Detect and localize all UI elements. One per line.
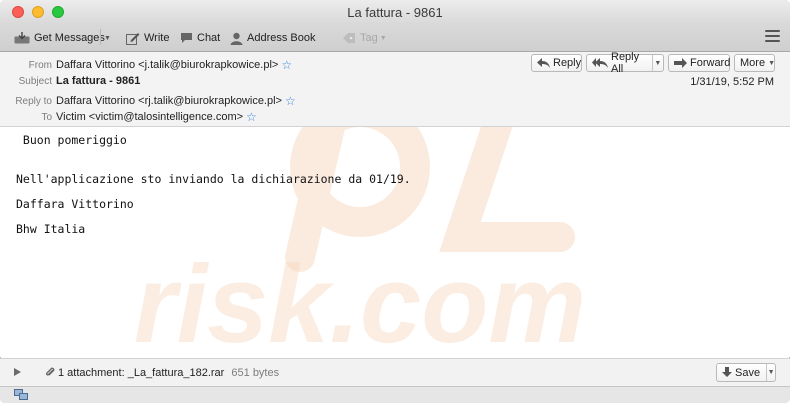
main-toolbar: Get Messages ▼ Write Chat Address Book T…	[0, 24, 790, 52]
download-arrow-icon	[722, 367, 732, 378]
body-line: Buon pomeriggio	[16, 133, 127, 147]
chat-label: Chat	[197, 32, 221, 44]
get-messages-button[interactable]: Get Messages	[14, 31, 105, 45]
reply-label: Reply	[553, 57, 582, 69]
reply-all-label: Reply All	[611, 51, 640, 75]
paperclip-icon	[46, 367, 55, 376]
tag-dropdown-icon: ▼	[379, 34, 387, 42]
body-line: Nell'applicazione sto inviando la dichia…	[16, 172, 411, 186]
body-line: Bhw Italia	[16, 222, 86, 236]
to-field[interactable]: Victim <victim@talosintelligence.com> ☆	[56, 111, 257, 123]
to-label: To	[41, 111, 52, 123]
address-book-button[interactable]: Address Book	[230, 31, 315, 45]
expand-attachments-icon[interactable]	[14, 368, 21, 376]
title-bar: La fattura - 9861	[0, 0, 790, 24]
more-button[interactable]: More ▼	[734, 54, 775, 72]
body-line: Daffara Vittorino	[16, 197, 134, 211]
to-value: Victim <victim@talosintelligence.com>	[56, 111, 244, 123]
reply-to-label: Reply to	[15, 95, 52, 107]
person-icon	[230, 32, 243, 45]
reply-to-row: Reply to Daffara Vittorino <rj.talik@biu…	[0, 94, 500, 108]
reply-button[interactable]: Reply	[531, 54, 582, 72]
toolbar-divider	[100, 29, 101, 45]
to-row: To Victim <victim@talosintelligence.com>…	[0, 110, 500, 124]
chat-button[interactable]: Chat	[180, 31, 220, 45]
star-icon[interactable]: ☆	[281, 59, 292, 71]
reply-all-arrow-icon	[592, 58, 608, 68]
more-label: More	[740, 57, 766, 69]
network-status-icon[interactable]	[14, 389, 28, 401]
star-icon[interactable]: ☆	[285, 95, 296, 107]
status-bar	[0, 386, 790, 403]
reply-arrow-icon	[537, 58, 550, 68]
message-date: 1/31/19, 5:52 PM	[690, 76, 774, 88]
message-body: risk.com Buon pomeriggio Nell'applicazio…	[0, 127, 790, 357]
tag-label: Tag	[360, 32, 378, 44]
reply-to-field[interactable]: Daffara Vittorino <rj.talik@biurokrapkow…	[56, 95, 296, 107]
window-title: La fattura - 9861	[347, 5, 443, 20]
from-label: From	[28, 59, 52, 71]
forward-arrow-icon	[674, 58, 687, 68]
write-button[interactable]: Write	[126, 31, 169, 45]
download-mail-icon	[14, 32, 30, 44]
message-header: From Daffara Vittorino <j.talik@biurokra…	[0, 51, 790, 127]
save-attachment-button[interactable]: Save ▼	[716, 363, 776, 382]
address-book-label: Address Book	[247, 32, 316, 44]
tag-icon	[343, 33, 355, 43]
app-menu-button[interactable]	[765, 30, 780, 44]
reply-to-value: Daffara Vittorino <rj.talik@biurokrapkow…	[56, 95, 282, 107]
subject-row: Subject La fattura - 9861	[0, 74, 500, 88]
pencil-icon	[126, 32, 140, 45]
write-label: Write	[144, 32, 170, 44]
tag-button[interactable]: Tag ▼	[342, 31, 387, 45]
from-row: From Daffara Vittorino <j.talik@biurokra…	[0, 58, 500, 72]
star-icon[interactable]: ☆	[246, 111, 257, 123]
attachment-bar: 1 attachment: _La_fattura_182.rar 651 by…	[0, 358, 790, 387]
attachment-size: 651 bytes	[231, 367, 280, 379]
watermark-logo: risk.com	[134, 127, 586, 357]
chat-bubble-icon	[181, 33, 192, 43]
subject-value: La fattura - 9861	[56, 75, 141, 87]
save-label: Save	[735, 366, 761, 379]
svg-text:risk.com: risk.com	[134, 243, 586, 357]
get-messages-label: Get Messages	[34, 32, 105, 44]
from-value: Daffara Vittorino <j.talik@biurokrapkowi…	[56, 59, 279, 71]
attachment-summary: 1 attachment: _La_fattura_182.rar	[58, 367, 225, 379]
from-field[interactable]: Daffara Vittorino <j.talik@biurokrapkowi…	[56, 59, 292, 71]
forward-button[interactable]: Forward	[668, 54, 730, 72]
forward-label: Forward	[690, 57, 731, 69]
mail-window: La fattura - 9861 Get Messages ▼ Write C…	[0, 0, 790, 403]
chevron-down-icon[interactable]: ▼	[651, 55, 663, 71]
get-messages-dropdown[interactable]: ▼	[104, 31, 111, 45]
chevron-down-icon: ▼	[768, 59, 775, 67]
subject-label: Subject	[18, 75, 52, 87]
chevron-down-icon[interactable]: ▼	[766, 364, 775, 381]
hamburger-icon	[765, 30, 780, 32]
reply-all-button[interactable]: Reply All ▼	[586, 51, 664, 75]
attachment-info[interactable]: 1 attachment: _La_fattura_182.rar 651 by…	[58, 367, 279, 379]
